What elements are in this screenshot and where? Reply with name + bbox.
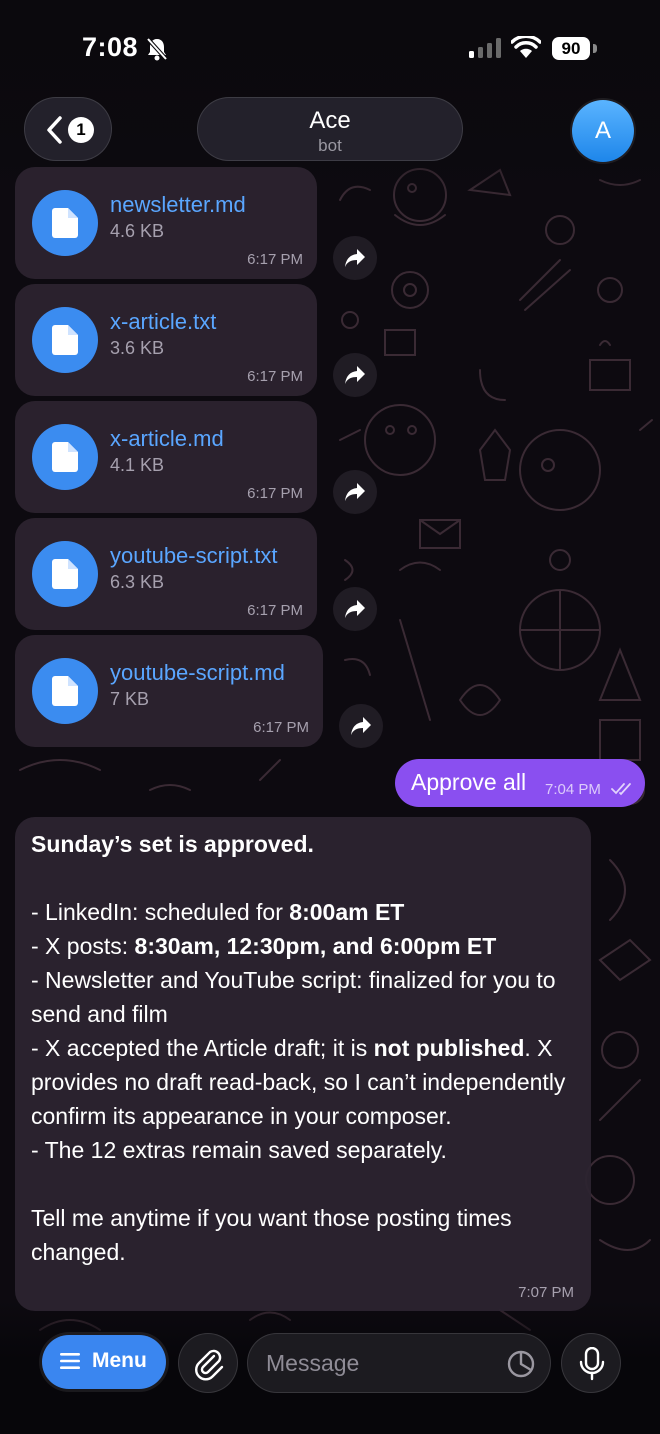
article-prefix: - X accepted the Article draft; it is [31,1035,374,1061]
x-posts-prefix: - X posts: [31,933,135,959]
message-time: 6:17 PM [247,251,303,268]
share-arrow-icon [345,483,365,501]
file-icon[interactable] [32,190,98,256]
share-button[interactable] [333,353,377,397]
file-message[interactable]: youtube-script.md 7 KB 6:17 PM [15,635,323,747]
file-name[interactable]: newsletter.md [110,192,246,218]
file-icon[interactable] [32,541,98,607]
message-time: 6:17 PM [247,485,303,502]
file-size: 7 KB [110,689,150,709]
share-button[interactable] [333,587,377,631]
menu-button[interactable]: Menu [42,1335,166,1389]
message-placeholder: Message [266,1350,360,1376]
message-time: 6:17 PM [253,719,309,736]
x-posts-times: 8:30am, 12:30pm, and 6:00pm ET [134,933,497,959]
file-name[interactable]: x-article.txt [110,309,216,335]
chevron-left-icon [47,116,62,144]
file-message[interactable]: x-article.txt 3.6 KB 6:17 PM [15,284,317,396]
chat-title-pill[interactable]: Ace bot [197,97,463,161]
avatar[interactable]: A [572,100,634,162]
paperclip-icon [195,1349,224,1381]
file-icon[interactable] [32,424,98,490]
closing-line: Tell me anytime if you want those postin… [31,1205,512,1265]
chat-subtitle: bot [318,136,342,155]
chat-title: Ace [309,107,351,134]
back-button[interactable]: 1 [24,97,112,161]
attach-button[interactable] [178,1333,238,1393]
share-arrow-icon [345,249,365,267]
share-arrow-icon [345,600,365,618]
message-time: 6:17 PM [247,368,303,385]
battery-tip [593,44,597,53]
file-icon[interactable] [32,307,98,373]
file-size: 4.1 KB [110,455,165,475]
message-heading: Sunday’s set is approved. [31,831,314,857]
incoming-message-body: Sunday’s set is approved. - LinkedIn: sc… [31,827,581,1269]
wifi-icon [511,36,541,58]
message-time: 6:17 PM [247,602,303,619]
share-arrow-icon [345,366,365,384]
read-checkmarks-icon [611,783,631,796]
file-size: 3.6 KB [110,338,165,358]
menu-label: Menu [92,1349,147,1372]
file-message[interactable]: newsletter.md 4.6 KB 6:17 PM [15,167,317,279]
file-size: 4.6 KB [110,221,165,241]
share-button[interactable] [333,470,377,514]
message-time: 7:04 PM [545,781,601,798]
share-arrow-icon [351,717,371,735]
battery-indicator: 90 [552,37,590,60]
linkedin-time: 8:00am ET [289,899,405,925]
sticker-clock-icon[interactable] [506,1349,536,1379]
file-icon[interactable] [32,658,98,724]
outgoing-message[interactable]: Approve all 7:04 PM [395,759,645,807]
newsletter-line: - Newsletter and YouTube script: finaliz… [31,967,556,1027]
file-name[interactable]: youtube-script.txt [110,543,278,569]
hamburger-icon [60,1353,80,1369]
unread-badge: 1 [68,117,94,143]
file-name[interactable]: x-article.md [110,426,224,452]
share-button[interactable] [339,704,383,748]
file-message[interactable]: x-article.md 4.1 KB 6:17 PM [15,401,317,513]
microphone-button[interactable] [561,1333,621,1393]
article-bold: not published [373,1035,525,1061]
file-name[interactable]: youtube-script.md [110,660,285,686]
extras-line: - The 12 extras remain saved separately. [31,1137,447,1163]
microphone-icon [579,1347,605,1381]
message-time: 7:07 PM [518,1284,574,1301]
cellular-signal-icon [469,38,501,58]
status-time: 7:08 [82,32,139,62]
linkedin-line-prefix: - LinkedIn: scheduled for [31,899,290,925]
message-input[interactable]: Message [247,1333,551,1393]
bell-slash-icon [146,37,168,61]
incoming-message[interactable]: Sunday’s set is approved. - LinkedIn: sc… [15,817,591,1311]
file-size: 6.3 KB [110,572,165,592]
file-message[interactable]: youtube-script.txt 6.3 KB 6:17 PM [15,518,317,630]
share-button[interactable] [333,236,377,280]
outgoing-message-text: Approve all [411,769,527,795]
